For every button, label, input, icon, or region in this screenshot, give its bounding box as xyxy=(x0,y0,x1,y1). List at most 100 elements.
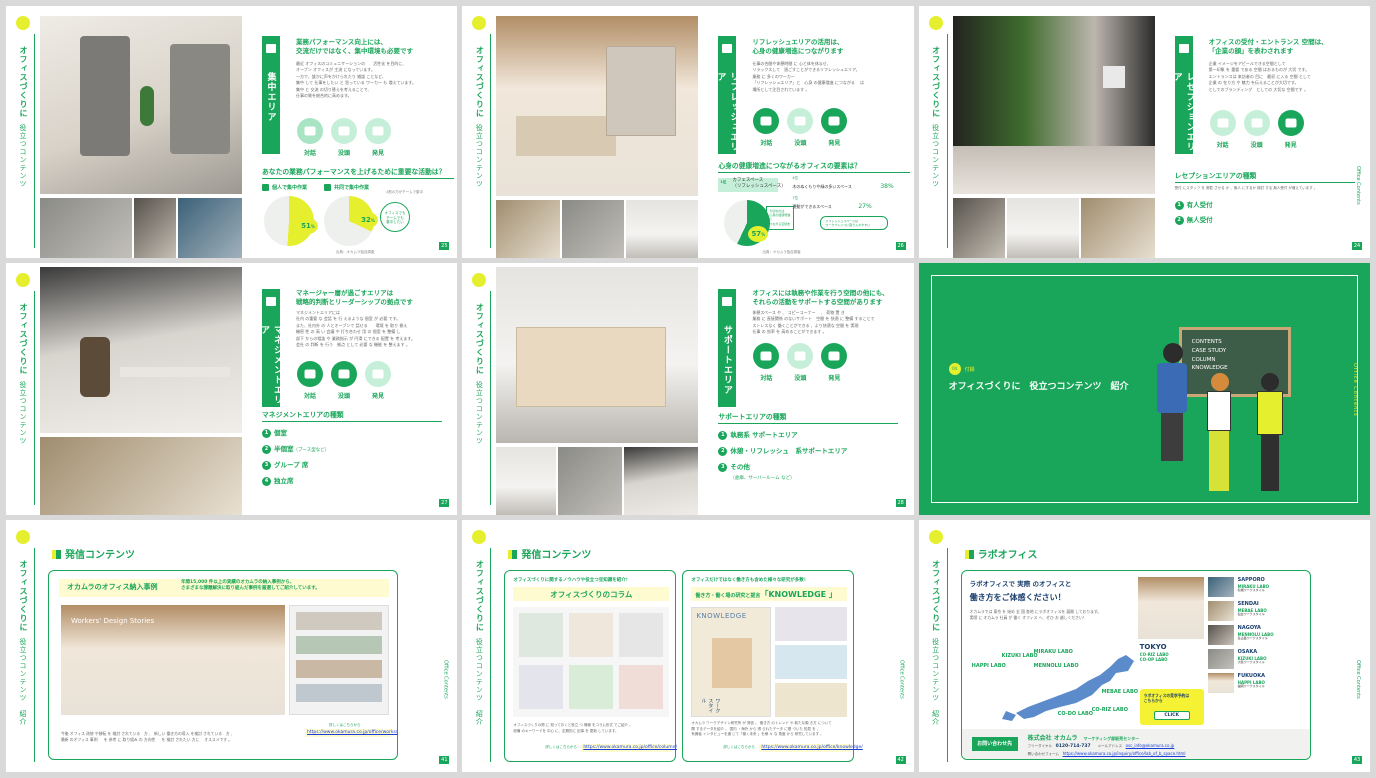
works-link[interactable]: https://www.okamura.co.jp/office/works/ xyxy=(307,730,397,735)
map-lab-coriz: CO-RIZ LABO xyxy=(1091,707,1128,713)
vertical-title: オフィスづくりに xyxy=(475,46,485,118)
rank1-rank: 1位 xyxy=(720,180,727,184)
slide-reception-area[interactable]: オフィスづくりに 役立つコンテンツ レセプションエリア オフィスの受付・エントラ… xyxy=(918,6,1370,258)
vertical-title: オフィスづくりに xyxy=(475,560,485,632)
slide-heading: オフィスの受付・エントランス 空間は、 「企業の顔」を表わされます xyxy=(1208,38,1328,56)
rank2-rank: 4位 xyxy=(792,176,799,180)
q1-label: 個人で集中作業 xyxy=(262,184,307,191)
photo-red-reception xyxy=(952,198,1005,258)
slide-support-area[interactable]: オフィスづくりに 役立つコンテンツ サポートエリア オフィスには執務や作業を行う… xyxy=(462,263,914,515)
screen-title: Workers' Design Stories xyxy=(71,617,155,625)
email-link[interactable]: osc_info@okamura.co.jp xyxy=(1126,743,1175,748)
slide-management-area[interactable]: オフィスづくりに 役立つコンテンツ マネジメントエリア マネージャー層が過ごすエ… xyxy=(6,263,458,515)
photo-glass-corridor xyxy=(1006,198,1079,258)
map-lab-mennolu: MENNOLU LABO xyxy=(1033,663,1079,669)
cta-panel[interactable]: ラボオフィスの見学予約は こちらから CLICK xyxy=(1139,689,1204,725)
section-heading: レセプションエリアの種類 xyxy=(1174,170,1355,183)
slide-published-content[interactable]: オフィスづくりに 役立つコンテンツ 紹介 発信コンテンツ オカムラのオフィス納入… xyxy=(6,520,458,772)
column-box: オフィスづくりに関するノウハウや役立つ豆知識を紹介！ オフィスづくりのコラム オ… xyxy=(504,570,677,762)
okamura-logo xyxy=(472,530,487,544)
section-badge-label: 付録 xyxy=(964,367,975,373)
dialogue-icon: 対話 xyxy=(753,343,780,382)
vertical-rule xyxy=(490,291,492,505)
contact-button[interactable]: お問い合わせ先 xyxy=(971,737,1018,751)
page-number: 27 xyxy=(439,499,450,507)
slide-heading: 業務パフォーマンス向上には、 交流だけではなく、集中環境も必要です xyxy=(296,38,413,56)
callout-bubble: オフィスでも チームでも 集中したい xyxy=(380,202,410,232)
person-middle-illustration xyxy=(1205,373,1233,493)
area-label: リフレッシュエリア xyxy=(715,72,739,152)
photo-focus-booths xyxy=(40,16,242,194)
type-semi-private: 2 半個室（ブース型など） xyxy=(262,443,329,454)
section-badge: 04 xyxy=(948,363,961,375)
cta-click-button[interactable]: CLICK xyxy=(1153,711,1190,720)
city-tokyo: TOKYO CO-RIZ LABO CO-OP LABO xyxy=(1139,643,1169,663)
area-label: マネジメントエリア xyxy=(259,325,282,405)
photo-green-wall-entrance xyxy=(952,16,1155,194)
dialogue-icon: 対話 xyxy=(753,108,780,147)
callout-1: 大切なのは 心身の健康増進に つながる空間を xyxy=(766,206,795,230)
section-desc: 受付 にスタッフ を 常駐 させる か 、無人 にするか 検討 する 無人受付 … xyxy=(1174,186,1318,190)
vertical-rule xyxy=(34,291,35,505)
immersion-icon: 没頭 xyxy=(331,118,357,157)
rank3-rank: 7位 xyxy=(792,196,799,200)
slide-body: 休憩スペース や 、 コピーコーナー 、 荷物 置 き 業務 に 直接関係 のな… xyxy=(752,310,875,335)
column-title: オフィスづくりのコラム xyxy=(550,590,633,599)
vertical-subtitle: 役立つコンテンツ 紹介 xyxy=(19,638,27,726)
knowledge-thumbnails xyxy=(775,607,848,717)
vertical-subtitle: 役立つコンテンツ xyxy=(475,124,484,188)
type-independent-seat: 4 独立席 xyxy=(262,475,294,486)
discovery-icon: 発見 xyxy=(365,361,391,400)
person-left-illustration xyxy=(1155,343,1189,463)
slide-title: 発信コンテンツ xyxy=(52,546,135,561)
vertical-subtitle: 役立つコンテンツ xyxy=(19,381,27,445)
form-line: 問い合わせフォーム https://www.okamura.co.jp/inqu… xyxy=(1027,751,1186,756)
vertical-title: オフィスづくりに xyxy=(19,303,28,375)
slide-contents-intro[interactable]: 04 付録 オフィスづくりに 役立つコンテンツ 紹介 CONTENTS CASE … xyxy=(918,263,1370,515)
type-unstaffed: 2 無人受付 xyxy=(1174,214,1213,225)
photo-executive-office xyxy=(40,267,242,433)
column-link[interactable]: https://www.okamura.co.jp/office/column/ xyxy=(583,745,677,750)
company-name: 株式会社 オカムラ マーケティング部販売センター xyxy=(1027,735,1140,742)
area-label-bar: レセプションエリア xyxy=(1172,36,1195,154)
slide-body: マネジメントエリアには 社内 の重要 な 会話 を 行 えるような 個室 が 必… xyxy=(296,310,415,347)
slide-lab-office[interactable]: オフィスづくりに 役立つコンテンツ 紹介 ラボオフィス ラボオフィスで 実際 の… xyxy=(918,520,1370,772)
photo-fukuoka xyxy=(1207,673,1234,693)
vertical-rule xyxy=(34,548,35,762)
vertical-rule xyxy=(490,34,492,248)
slide-refresh-area[interactable]: オフィスづくりに 役立つコンテンツ リフレッシュエリア リフレッシュエリアの活用… xyxy=(462,6,914,258)
slide-grid: オフィスづくりに 役立つコンテンツ 集中エリア 業務パフォーマンス向上には、 交… xyxy=(6,6,1370,772)
phone-icon xyxy=(1178,44,1189,53)
knowledge-link[interactable]: https://www.okamura.co.jp/office/knowled… xyxy=(761,745,862,750)
discovery-icon: 発見 xyxy=(1277,110,1304,149)
side-caption: Office Contents xyxy=(442,660,449,699)
area-label-bar: マネジメントエリア xyxy=(259,289,282,407)
immersion-icon: 没頭 xyxy=(787,343,814,382)
area-label-bar: 集中エリア xyxy=(262,36,280,154)
side-caption: Office Contents xyxy=(1352,363,1358,417)
box-title: オカムラのオフィス納入事例 xyxy=(67,583,158,591)
vertical-title: オフィスづくりに xyxy=(931,46,941,118)
slide-heading: オフィスには執務や作業を行う空間の他にも、 それらの活動をサポートする空間があり… xyxy=(752,289,889,307)
photo-lounge-chair xyxy=(134,198,176,258)
section-heading: あなたの業務パフォーマンスを上げるために重要な活動は？ xyxy=(262,166,454,179)
inquiry-form-link[interactable]: https://www.okamura.co.jp/inquiry/office… xyxy=(1063,751,1186,756)
type-refresh-support: 2 休憩・リフレッシュ 系サポートエリア xyxy=(718,445,847,456)
column-body: オフィスづくりの際 に 知っておくと役立 つ 情報 をコラム形式 でご紹介 。 … xyxy=(513,723,633,733)
slide-published-content-2[interactable]: オフィスづくりに 役立つコンテンツ 紹介 発信コンテンツ オフィスづくりに関する… xyxy=(462,520,914,772)
okamura-logo xyxy=(16,273,30,287)
vertical-subtitle: 役立つコンテンツ xyxy=(19,124,27,188)
okamura-logo xyxy=(16,16,30,30)
side-note: 4割の方がチームで集中 xyxy=(386,190,424,194)
slide-heading: マネージャー層が過ごすエリアは 戦略的判断とリーダーシップの拠点です xyxy=(296,289,413,307)
lab-body: オカムラでは 東京 を 始め 全 国 各地 にラボオフィスを 展開 しております… xyxy=(969,609,1102,621)
photo-storage-counter xyxy=(496,267,699,443)
column-tag: オフィスづくりに関するノウハウや役立つ豆知識を紹介！ xyxy=(513,578,631,583)
section-heading: マネジメントエリアの種類 xyxy=(262,409,442,422)
url-label: 詳しくはこちらから xyxy=(329,723,361,727)
slide-focus-area[interactable]: オフィスづくりに 役立つコンテンツ 集中エリア 業務パフォーマンス向上には、 交… xyxy=(6,6,458,258)
photo-reception-desk xyxy=(1080,198,1155,258)
okamura-logo xyxy=(16,530,30,544)
case-list-thumbnail xyxy=(289,605,389,715)
photo-lounge xyxy=(562,200,625,258)
